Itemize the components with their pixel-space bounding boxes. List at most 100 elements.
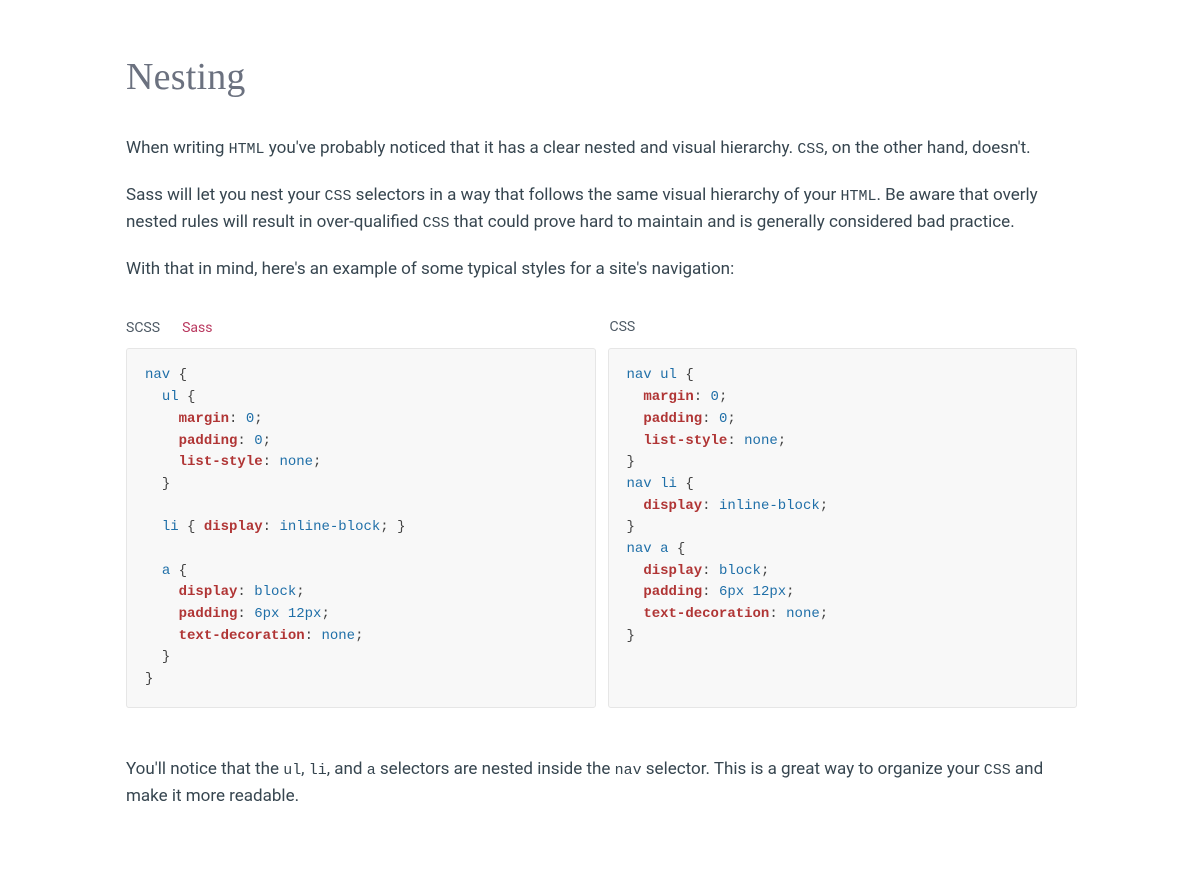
code-token: display xyxy=(643,498,702,514)
code-token: : xyxy=(237,433,254,449)
text: , xyxy=(301,759,309,779)
code-token: ; xyxy=(263,433,271,449)
code-token: li xyxy=(162,519,179,535)
code-token: : xyxy=(237,584,254,600)
code-token: { xyxy=(179,389,196,405)
code-token: none xyxy=(279,454,313,470)
code-token: text-decoration xyxy=(643,606,769,622)
code-token: 6px 12px xyxy=(254,606,321,622)
code-token: ; xyxy=(786,584,794,600)
code-token: nav li xyxy=(627,476,677,492)
code-token: padding xyxy=(643,584,702,600)
code-token: : xyxy=(229,411,246,427)
code-token: : xyxy=(694,389,711,405)
code-token: { xyxy=(677,476,694,492)
inline-code-css: CSS xyxy=(797,142,824,158)
code-token: { xyxy=(179,519,204,535)
code-token: ; xyxy=(313,454,321,470)
code-token: 0 xyxy=(246,411,254,427)
code-token: } xyxy=(162,476,170,492)
inline-code-nav: nav xyxy=(615,763,642,779)
paragraph-outro: You'll notice that the ul, li, and a sel… xyxy=(126,756,1077,810)
code-token: inline-block xyxy=(719,498,820,514)
text: Sass will let you nest your xyxy=(126,185,325,205)
code-token: margin xyxy=(179,411,229,427)
code-panes: nav { ul { margin: 0; padding: 0; list-s… xyxy=(126,348,1077,707)
code-token: ; xyxy=(254,411,262,427)
code-token: text-decoration xyxy=(179,628,305,644)
code-token: { xyxy=(669,541,686,557)
inline-code-html: HTML xyxy=(841,189,877,205)
code-token: ; xyxy=(778,433,786,449)
text: , on the other hand, doesn't. xyxy=(824,138,1030,158)
code-token: : xyxy=(702,584,719,600)
code-token: nav ul xyxy=(627,367,677,383)
code-token: none xyxy=(744,433,778,449)
code-token: { xyxy=(677,367,694,383)
code-token: : xyxy=(263,454,280,470)
code-token: display xyxy=(643,563,702,579)
tab-scss[interactable]: SCSS xyxy=(126,313,160,349)
scss-code-pane: nav { ul { margin: 0; padding: 0; list-s… xyxy=(126,348,596,707)
code-token: 0 xyxy=(254,433,262,449)
code-token: ; xyxy=(820,606,828,622)
code-tabs-row: SCSS Sass CSS xyxy=(126,313,1077,349)
code-token: block xyxy=(254,584,296,600)
text: that could prove hard to maintain and is… xyxy=(450,212,1015,232)
source-tabs: SCSS Sass xyxy=(126,313,594,349)
code-token: : xyxy=(769,606,786,622)
code-token: { xyxy=(170,367,187,383)
text: When writing xyxy=(126,138,229,158)
inline-code-a: a xyxy=(367,763,376,779)
text: selectors in a way that follows the same… xyxy=(351,185,840,205)
code-token: padding xyxy=(643,411,702,427)
text: you've probably noticed that it has a cl… xyxy=(265,138,798,158)
page-heading: Nesting xyxy=(126,48,1077,107)
code-token: ; xyxy=(355,628,363,644)
code-token: ; xyxy=(296,584,304,600)
code-token: : xyxy=(702,563,719,579)
code-token: ; xyxy=(727,411,735,427)
inline-code-css: CSS xyxy=(984,763,1011,779)
code-token: } xyxy=(627,519,635,535)
code-token: padding xyxy=(179,433,238,449)
tab-css-label: CSS xyxy=(606,313,1078,349)
code-token: 0 xyxy=(711,389,719,405)
code-token: list-style xyxy=(179,454,263,470)
code-token: nav xyxy=(145,367,170,383)
paragraph-intro-2: Sass will let you nest your CSS selector… xyxy=(126,182,1077,236)
code-token: : xyxy=(263,519,280,535)
code-token: ; xyxy=(820,498,828,514)
code-token: : xyxy=(237,606,254,622)
inline-code-css: CSS xyxy=(423,216,450,232)
code-token: block xyxy=(719,563,761,579)
code-token: 6px 12px xyxy=(719,584,786,600)
code-token: a xyxy=(162,563,170,579)
text: You'll notice that the xyxy=(126,759,283,779)
code-token: list-style xyxy=(643,433,727,449)
code-token: : xyxy=(305,628,322,644)
code-token: none xyxy=(321,628,355,644)
code-token: nav a xyxy=(627,541,669,557)
code-token: margin xyxy=(643,389,693,405)
code-token: inline-block xyxy=(279,519,380,535)
css-code-pane: nav ul { margin: 0; padding: 0; list-sty… xyxy=(608,348,1078,707)
code-token: { xyxy=(170,563,187,579)
code-token: } xyxy=(145,671,153,687)
code-token: ; xyxy=(380,519,388,535)
tab-sass[interactable]: Sass xyxy=(182,313,212,349)
code-token: } xyxy=(627,628,635,644)
code-token: none xyxy=(786,606,820,622)
code-token: display xyxy=(179,584,238,600)
text: selectors are nested inside the xyxy=(376,759,615,779)
code-token: ; xyxy=(761,563,769,579)
code-token: ; xyxy=(321,606,329,622)
inline-code-ul: ul xyxy=(283,763,301,779)
inline-code-html: HTML xyxy=(229,142,265,158)
inline-code-li: li xyxy=(309,763,327,779)
code-token: : xyxy=(702,498,719,514)
code-token: : xyxy=(727,433,744,449)
paragraph-intro-1: When writing HTML you've probably notice… xyxy=(126,135,1077,162)
text: selector. This is a great way to organiz… xyxy=(642,759,984,779)
code-token: padding xyxy=(179,606,238,622)
